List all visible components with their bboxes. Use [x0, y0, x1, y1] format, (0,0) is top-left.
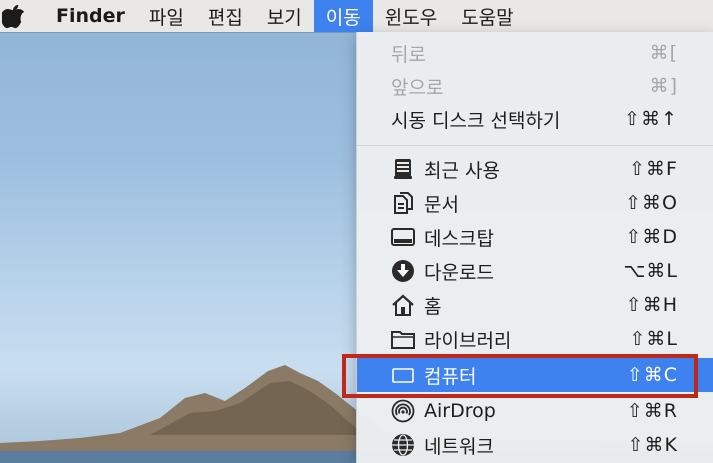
menu-item-shortcut: ⇧⌘H: [625, 294, 678, 316]
menu-item-downloads[interactable]: 다운로드 ⌥⌘L: [357, 254, 713, 288]
menu-item-shortcut: ⇧⌘R: [626, 400, 678, 422]
apple-menu[interactable]: [0, 0, 48, 32]
menu-help[interactable]: 도움말: [449, 0, 525, 32]
menu-item-label: 라이브러리: [424, 329, 512, 352]
menu-item-label: 뒤로: [391, 43, 426, 66]
menu-item-forward[interactable]: 앞으로 ⌘]: [357, 69, 713, 103]
menu-item-recents[interactable]: 최근 사용 ⇧⌘F: [357, 152, 713, 186]
menu-item-desktop[interactable]: 데스크탑 ⇧⌘D: [357, 220, 713, 254]
menu-item-shortcut: ⌘[: [649, 42, 678, 64]
menu-item-shortcut: ⇧⌘↑: [624, 108, 678, 130]
menu-item-shortcut: ⌥⌘L: [623, 260, 678, 282]
menu-finder[interactable]: Finder: [48, 0, 137, 32]
menu-item-shortcut: ⌘]: [649, 75, 678, 97]
menu-item-network[interactable]: 네트워크 ⇧⌘K: [357, 428, 713, 462]
menu-item-startup-disk[interactable]: 시동 디스크 선택하기 ⇧⌘↑: [357, 102, 713, 136]
menu-item-documents[interactable]: 문서 ⇧⌘O: [357, 186, 713, 220]
menu-item-label: 최근 사용: [424, 159, 500, 182]
menu-go[interactable]: 이동: [313, 0, 373, 32]
menu-separator: [357, 145, 713, 146]
airdrop-icon: [391, 399, 415, 423]
menu-item-label: 데스크탑: [424, 227, 494, 250]
menu-item-shortcut: ⇧⌘D: [625, 226, 678, 248]
documents-icon: [394, 192, 413, 214]
recents-icon: [394, 159, 412, 179]
go-dropdown-menu: 뒤로 ⌘[ 앞으로 ⌘] 시동 디스크 선택하기 ⇧⌘↑ 최근 사용 ⇧⌘F 문…: [356, 32, 713, 463]
folder-icon: [391, 331, 415, 349]
desktop-icon: [391, 228, 415, 246]
menu-edit[interactable]: 편집: [196, 0, 255, 32]
menu-item-label: AirDrop: [424, 400, 496, 422]
menu-item-airdrop[interactable]: AirDrop ⇧⌘R: [357, 394, 713, 428]
apple-icon: [2, 4, 25, 29]
menu-item-label: 다운로드: [424, 261, 494, 284]
menu-item-home[interactable]: 홈 ⇧⌘H: [357, 288, 713, 322]
home-icon: [392, 294, 414, 316]
menu-file[interactable]: 파일: [137, 0, 196, 32]
menu-item-back[interactable]: 뒤로 ⌘[: [357, 36, 713, 70]
highlight-annotation-box: [342, 354, 698, 398]
menu-item-shortcut: ⇧⌘O: [625, 192, 678, 214]
menu-window[interactable]: 윈도우: [373, 0, 449, 32]
menu-item-label: 문서: [424, 193, 459, 216]
menu-item-shortcut: ⇧⌘L: [629, 328, 678, 350]
menu-item-label: 네트워크: [424, 435, 494, 458]
menu-item-library[interactable]: 라이브러리 ⇧⌘L: [357, 322, 713, 356]
downloads-icon: [392, 260, 414, 282]
menu-item-shortcut: ⇧⌘K: [627, 434, 678, 456]
menu-bar: Finder 파일 편집 보기 이동 윈도우 도움말: [0, 0, 713, 32]
menu-item-shortcut: ⇧⌘F: [629, 158, 678, 180]
menu-item-label: 홈: [424, 295, 442, 318]
menu-view[interactable]: 보기: [255, 0, 314, 32]
network-icon: [392, 434, 414, 456]
menu-item-label: 앞으로: [391, 76, 444, 99]
menu-item-label: 시동 디스크 선택하기: [391, 109, 561, 132]
